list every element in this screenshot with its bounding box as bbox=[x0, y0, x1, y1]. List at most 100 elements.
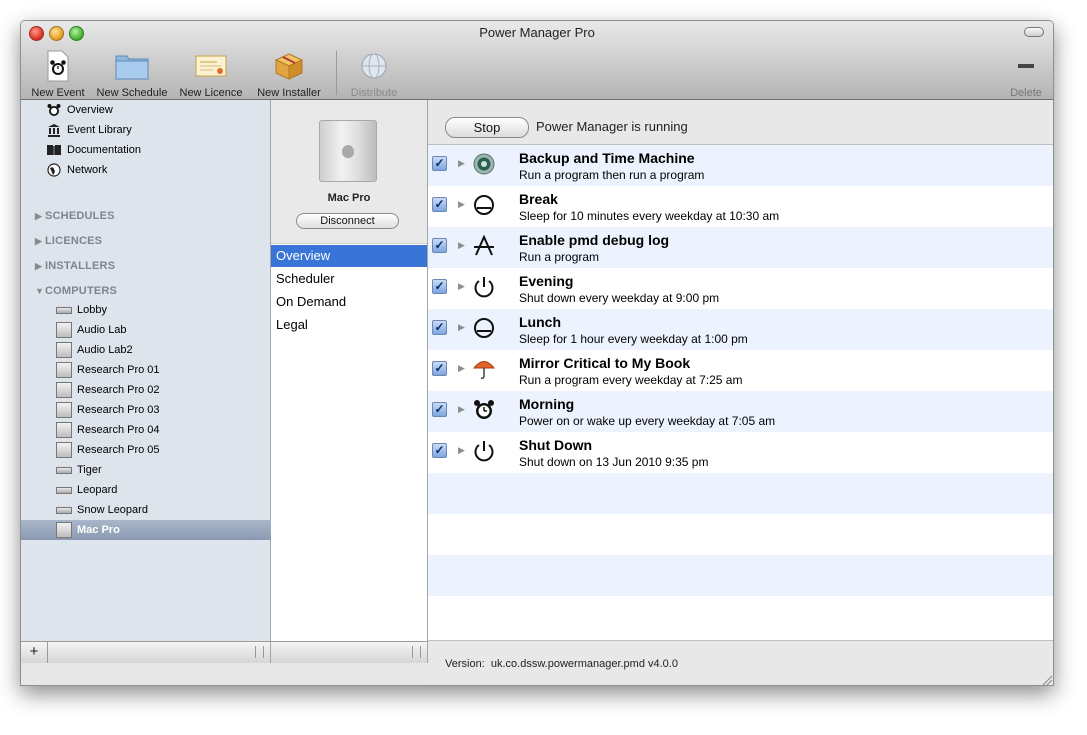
tower-computer-icon bbox=[56, 322, 72, 338]
computer-item-research-pro-05[interactable]: Research Pro 05 bbox=[21, 440, 305, 460]
sidebar-item-overview[interactable]: Overview bbox=[21, 100, 295, 120]
sidebar-item-documentation[interactable]: Documentation bbox=[21, 140, 295, 160]
nav-overview[interactable]: Overview bbox=[271, 245, 427, 267]
computer-item-snow-leopard[interactable]: Snow Leopard bbox=[21, 500, 305, 520]
enabled-checkbox[interactable]: ✓ bbox=[432, 361, 447, 376]
event-row[interactable]: ✓ ▶ Mirror Critical to My Book Run a pro… bbox=[428, 350, 1053, 391]
enabled-checkbox[interactable]: ✓ bbox=[432, 279, 447, 294]
event-title: Morning bbox=[519, 396, 575, 412]
computer-name: Mac Pro bbox=[327, 192, 371, 204]
disclosure-triangle-icon[interactable]: ▶ bbox=[458, 322, 465, 333]
nav-on-demand[interactable]: On Demand bbox=[271, 291, 427, 313]
disclosure-triangle-icon[interactable]: ▶ bbox=[458, 199, 465, 210]
umbrella-icon bbox=[472, 357, 496, 381]
computer-item-research-pro-01[interactable]: Research Pro 01 bbox=[21, 360, 305, 380]
new-event-label: New Event bbox=[31, 87, 85, 99]
event-row[interactable]: ✓ ▶ Morning Power on or wake up every we… bbox=[428, 391, 1053, 432]
stop-button[interactable]: Stop bbox=[445, 117, 529, 138]
disclosure-triangle-icon[interactable]: ▶ bbox=[458, 281, 465, 292]
computer-item-research-pro-03[interactable]: Research Pro 03 bbox=[21, 400, 305, 420]
disclosure-triangle-icon[interactable]: ▶ bbox=[458, 158, 465, 169]
disconnect-button[interactable]: Disconnect bbox=[296, 213, 399, 229]
split-resize-handle[interactable] bbox=[412, 646, 421, 658]
enabled-checkbox[interactable]: ✓ bbox=[432, 156, 447, 171]
package-box-icon bbox=[274, 51, 304, 84]
event-row[interactable]: ✓ ▶ Shut Down Shut down on 13 Jun 2010 9… bbox=[428, 432, 1053, 473]
event-row[interactable]: ✓ ▶ Backup and Time Machine Run a progra… bbox=[428, 145, 1053, 186]
event-title: Mirror Critical to My Book bbox=[519, 355, 691, 371]
computer-item-research-pro-02[interactable]: Research Pro 02 bbox=[21, 380, 305, 400]
computer-item-leopard[interactable]: Leopard bbox=[21, 480, 305, 500]
event-description: Sleep for 1 hour every weekday at 1:00 p… bbox=[519, 332, 748, 346]
power-icon bbox=[472, 439, 496, 463]
display-icon bbox=[56, 463, 72, 477]
new-installer-label: New Installer bbox=[257, 87, 321, 99]
section-header-licences[interactable]: ▶ LICENCES bbox=[35, 235, 102, 247]
enabled-checkbox[interactable]: ✓ bbox=[432, 197, 447, 212]
enabled-checkbox[interactable]: ✓ bbox=[432, 238, 447, 253]
sidebar-item-event-library[interactable]: Event Library bbox=[21, 120, 295, 140]
computer-item-research-pro-04[interactable]: Research Pro 04 bbox=[21, 420, 305, 440]
tower-computer-icon bbox=[56, 402, 72, 418]
sleep-icon bbox=[472, 316, 496, 340]
computer-item-audio-lab[interactable]: Audio Lab bbox=[21, 320, 305, 340]
display-icon bbox=[56, 303, 72, 317]
sidebar-item-network[interactable]: Network bbox=[21, 160, 295, 180]
alarm-clock-document-icon bbox=[46, 50, 70, 85]
disclosure-triangle-icon: ▶ bbox=[35, 211, 43, 221]
event-description: Run a program every weekday at 7:25 am bbox=[519, 373, 743, 387]
section-header-installers[interactable]: ▶ INSTALLERS bbox=[35, 260, 115, 272]
section-header-schedules[interactable]: ▶ SCHEDULES bbox=[35, 210, 115, 222]
version-value: uk.co.dssw.powermanager.pmd v4.0.0 bbox=[490, 658, 678, 670]
delete-button[interactable]: Delete bbox=[1004, 51, 1048, 99]
split-resize-handle[interactable] bbox=[255, 646, 264, 658]
new-event-button[interactable]: New Event bbox=[29, 50, 87, 99]
computer-item-mac-pro[interactable]: Mac Pro bbox=[21, 520, 305, 540]
computer-item-audio-lab2[interactable]: Audio Lab2 bbox=[21, 340, 305, 360]
display-icon bbox=[56, 483, 72, 497]
event-row[interactable]: ✓ ▶ Break Sleep for 10 minutes every wee… bbox=[428, 186, 1053, 227]
add-button[interactable]: + bbox=[21, 642, 48, 663]
empty-row bbox=[428, 596, 1053, 637]
computer-item-tiger[interactable]: Tiger bbox=[21, 460, 305, 480]
event-row[interactable]: ✓ ▶ Enable pmd debug log Run a program bbox=[428, 227, 1053, 268]
disclosure-triangle-icon[interactable]: ▶ bbox=[458, 363, 465, 374]
computer-item-lobby[interactable]: Lobby bbox=[21, 300, 305, 320]
event-description: Run a program then run a program bbox=[519, 168, 705, 182]
distribute-button[interactable]: Distribute bbox=[345, 51, 403, 99]
section-header-computers[interactable]: ▼COMPUTERS bbox=[35, 285, 117, 297]
nav-scheduler[interactable]: Scheduler bbox=[271, 268, 427, 290]
disclosure-triangle-icon[interactable]: ▶ bbox=[458, 445, 465, 456]
alarm-clock-icon bbox=[46, 103, 62, 117]
new-licence-button[interactable]: New Licence bbox=[178, 51, 244, 99]
disclosure-triangle-icon: ▶ bbox=[35, 261, 43, 271]
empty-row bbox=[428, 555, 1053, 596]
enabled-checkbox[interactable]: ✓ bbox=[432, 402, 447, 417]
version-line: Version: uk.co.dssw.powermanager.pmd v4.… bbox=[445, 658, 678, 670]
book-icon bbox=[46, 143, 62, 157]
sidebar-item-label: Documentation bbox=[67, 144, 141, 156]
enabled-checkbox[interactable]: ✓ bbox=[432, 320, 447, 335]
event-title: Break bbox=[519, 191, 558, 207]
toolbar-toggle-button[interactable] bbox=[1024, 27, 1044, 37]
sidebar-item-label: Network bbox=[67, 164, 108, 176]
tower-computer-icon bbox=[56, 422, 72, 438]
power-icon bbox=[472, 275, 496, 299]
event-row[interactable]: ✓ ▶ Evening Shut down every weekday at 9… bbox=[428, 268, 1053, 309]
version-label: Version: bbox=[445, 658, 485, 670]
event-description: Power on or wake up every weekday at 7:0… bbox=[519, 414, 776, 428]
disclosure-triangle-icon[interactable]: ▶ bbox=[458, 404, 465, 415]
disclosure-triangle-icon[interactable]: ▶ bbox=[458, 240, 465, 251]
empty-row bbox=[428, 473, 1053, 514]
event-title: Lunch bbox=[519, 314, 561, 330]
window-resize-handle[interactable] bbox=[1041, 673, 1053, 685]
new-schedule-button[interactable]: New Schedule bbox=[94, 51, 170, 99]
new-installer-button[interactable]: New Installer bbox=[254, 51, 324, 99]
event-row[interactable]: ✓ ▶ Lunch Sleep for 1 hour every weekday… bbox=[428, 309, 1053, 350]
status-text: Power Manager is running bbox=[536, 119, 688, 134]
globe-icon bbox=[46, 163, 62, 177]
nav-legal[interactable]: Legal bbox=[271, 314, 427, 336]
enabled-checkbox[interactable]: ✓ bbox=[432, 443, 447, 458]
event-title: Evening bbox=[519, 273, 574, 289]
tower-computer-icon bbox=[56, 442, 72, 458]
